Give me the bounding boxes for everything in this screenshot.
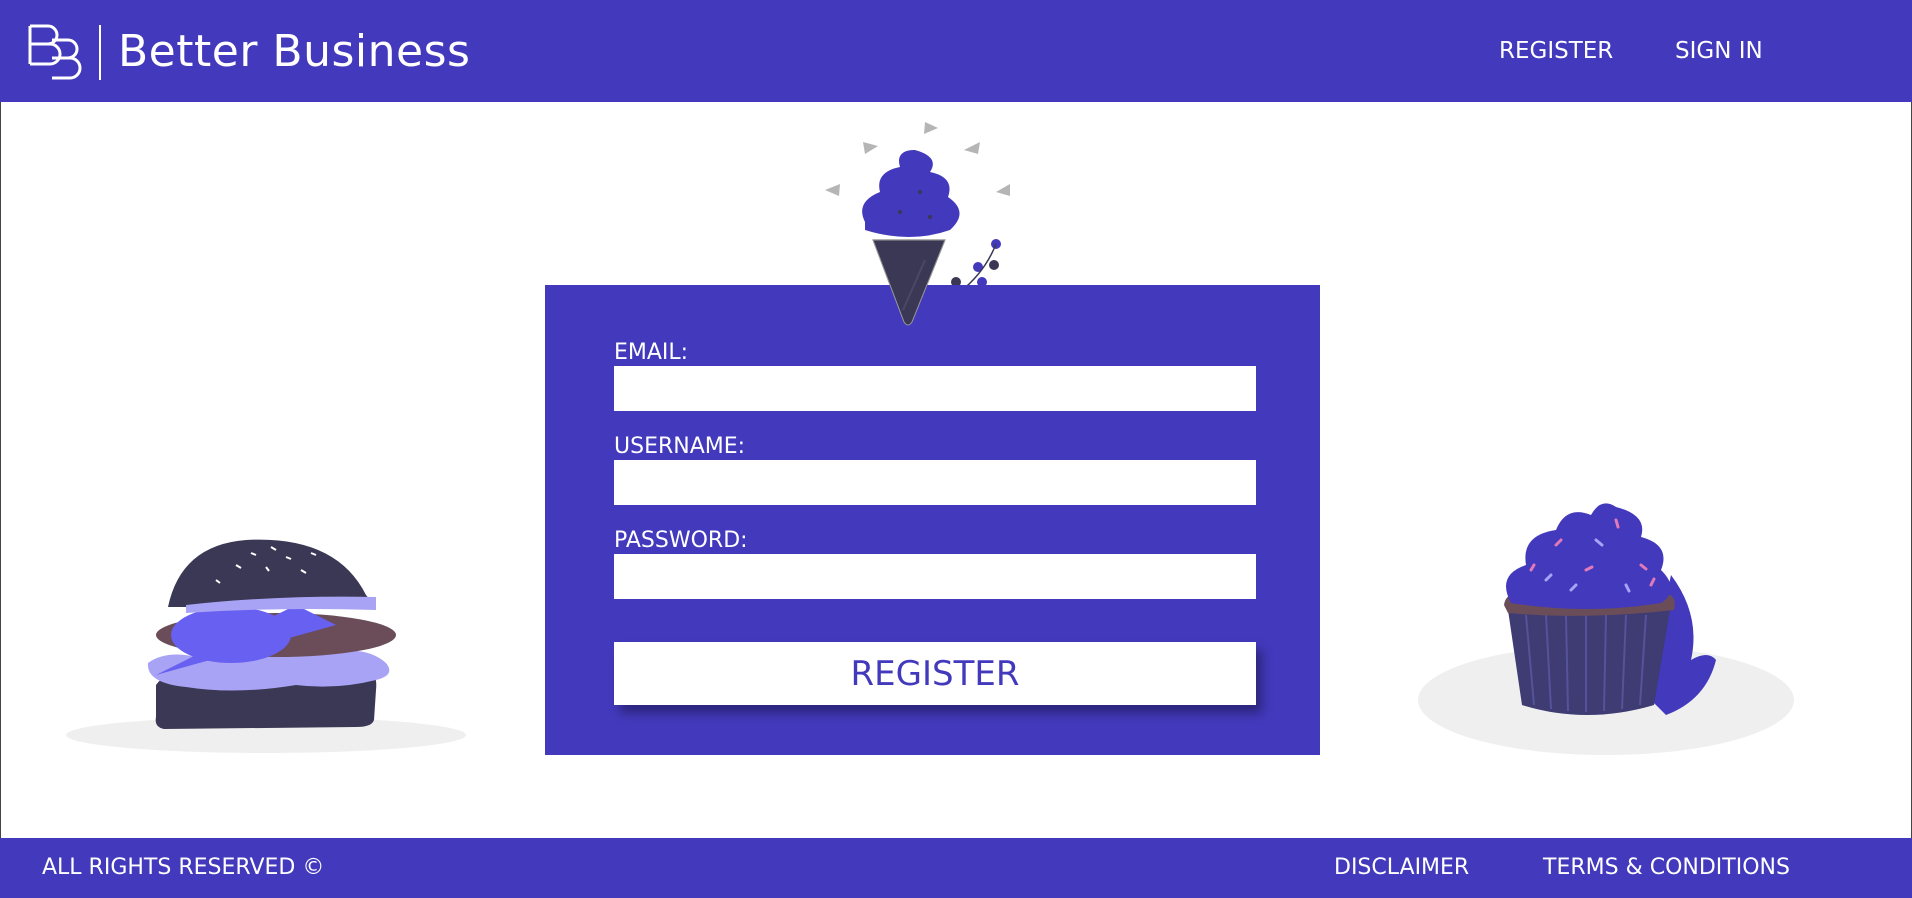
logo-icon xyxy=(28,24,82,80)
site-header: Better Business REGISTER SIGN IN xyxy=(0,0,1912,102)
register-form: EMAIL: USERNAME: PASSWORD: REGISTER xyxy=(545,285,1320,755)
nav-sign-in-link[interactable]: SIGN IN xyxy=(1675,36,1763,66)
ice-cream-cone-tip xyxy=(873,240,946,326)
logo-divider xyxy=(99,25,101,80)
nav-register-link[interactable]: REGISTER xyxy=(1499,36,1613,66)
disclaimer-link[interactable]: DISCLAIMER xyxy=(1334,854,1469,882)
email-label: EMAIL: xyxy=(614,340,689,365)
password-field[interactable] xyxy=(614,554,1256,599)
password-label: PASSWORD: xyxy=(614,528,748,553)
username-field[interactable] xyxy=(614,460,1256,505)
burger-illustration xyxy=(66,539,466,753)
email-field[interactable] xyxy=(614,366,1256,411)
copyright-text: ALL RIGHTS RESERVED © xyxy=(42,855,325,880)
brand-name: Better Business xyxy=(118,26,471,77)
terms-conditions-link[interactable]: TERMS & CONDITIONS xyxy=(1543,854,1790,882)
register-submit-button[interactable]: REGISTER xyxy=(614,642,1256,705)
username-label: USERNAME: xyxy=(614,434,746,459)
cupcake-illustration xyxy=(1418,503,1794,755)
site-footer: ALL RIGHTS RESERVED © DISCLAIMER TERMS &… xyxy=(0,838,1912,898)
